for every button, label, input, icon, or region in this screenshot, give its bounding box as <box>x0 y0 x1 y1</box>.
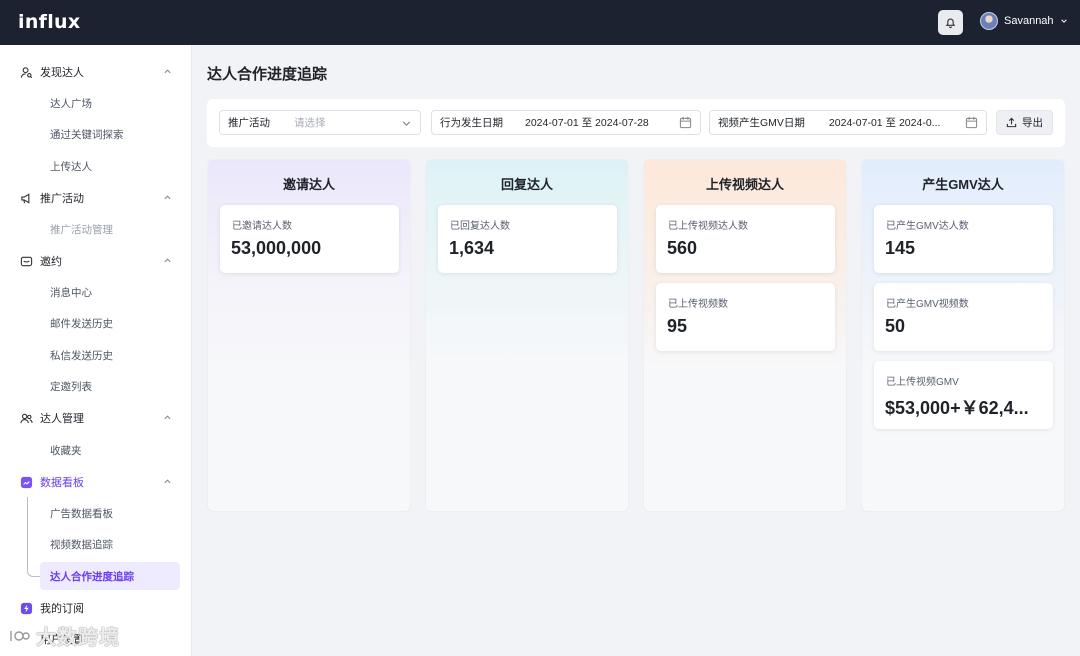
calendar-icon <box>679 116 692 129</box>
sidebar-item-kol-plaza[interactable]: 达人广场 <box>40 89 180 117</box>
user-menu[interactable]: Savannah <box>980 12 1068 30</box>
stat-card: 已产生GMV视频数 50 <box>874 283 1053 351</box>
stat-value: 145 <box>885 238 916 258</box>
column-invite: 邀请达人 已邀请达人数 53,000,000 <box>207 159 411 512</box>
chevron-up-icon <box>164 415 171 420</box>
stat-label: 已上传视频达人数 <box>668 221 748 232</box>
stat-value: 50 <box>885 316 906 336</box>
page-title: 达人合作进度追踪 <box>207 66 328 83</box>
notification-bell-icon[interactable] <box>938 10 963 35</box>
avatar <box>980 12 998 30</box>
sidebar-item-campaign-manage[interactable]: 推广活动管理 <box>40 215 180 243</box>
chevron-up-icon <box>164 195 171 200</box>
stat-card: 已上传视频GMV $53,000+￥62,4... <box>874 361 1053 429</box>
filter-bar: 推广活动 请选择 行为发生日期 2024-07-01 至 2024-07-28 … <box>207 99 1065 147</box>
stat-card: 已邀请达人数 53,000,000 <box>220 205 399 273</box>
mail-icon <box>20 255 33 268</box>
sidebar-group-subscription[interactable]: 我的订阅 <box>20 597 180 619</box>
sidebar-group-kol-manage[interactable]: 达人管理 <box>20 407 180 429</box>
stat-card: 已回复达人数 1,634 <box>438 205 617 273</box>
chart-board-icon <box>20 476 33 489</box>
export-icon <box>1006 117 1017 128</box>
sidebar-group-label: 邀约 <box>40 256 62 268</box>
column-title: 回复达人 <box>500 177 553 192</box>
sidebar-item-keyword-explore[interactable]: 通过关键词探索 <box>40 120 180 148</box>
watermark-text: 大数跨境 <box>36 627 120 649</box>
megaphone-icon <box>20 192 33 205</box>
user-name: Savannah <box>1004 15 1054 27</box>
sidebar-group-label: 我的订阅 <box>40 603 84 615</box>
sidebar-group-dashboard[interactable]: 数据看板 <box>20 471 180 493</box>
app-logo[interactable]: influx <box>18 11 80 33</box>
tree-connector <box>27 497 40 577</box>
sidebar-group-discover[interactable]: 发现达人 <box>20 61 180 83</box>
stat-label: 已邀请达人数 <box>232 221 292 232</box>
sidebar-item-invite-list[interactable]: 定邀列表 <box>40 372 180 400</box>
column-title: 邀请达人 <box>282 177 335 192</box>
column-title: 上传视频达人 <box>705 177 784 192</box>
sidebar-item-collab-progress[interactable]: 达人合作进度追踪 <box>40 562 180 590</box>
action-date-picker[interactable]: 行为发生日期 2024-07-01 至 2024-07-28 <box>431 110 701 135</box>
column-title: 产生GMV达人 <box>922 177 1004 192</box>
watermark-logo: 大数跨境 <box>8 621 120 650</box>
stat-label: 已产生GMV达人数 <box>886 221 969 232</box>
watermark-icon <box>10 630 30 641</box>
sidebar-item-email-history[interactable]: 邮件发送历史 <box>40 309 180 337</box>
stat-value: 1,634 <box>449 238 495 258</box>
sidebar-group-label: 达人管理 <box>40 413 84 425</box>
stat-card: 已产生GMV达人数 145 <box>874 205 1053 273</box>
stat-value: 53,000,000 <box>231 238 322 258</box>
lightning-icon <box>20 602 33 615</box>
gmv-date-picker[interactable]: 视频产生GMV日期 2024-07-01 至 2024-0... <box>709 110 987 135</box>
sidebar: 发现达人 达人广场 通过关键词探索 上传达人 推广活动 推广活动管理 邀约 消息… <box>0 45 192 656</box>
sidebar-group-invite[interactable]: 邀约 <box>20 250 180 272</box>
calendar-icon <box>965 116 978 129</box>
column-reply: 回复达人 已回复达人数 1,634 <box>425 159 629 512</box>
stat-label: 已回复达人数 <box>450 221 510 232</box>
stat-card: 已上传视频数 95 <box>656 283 835 351</box>
column-gmv: 产生GMV达人 已产生GMV达人数 145 已产生GMV视频数 50 已上传视频… <box>861 159 1065 512</box>
sidebar-item-dm-history[interactable]: 私信发送历史 <box>40 341 180 369</box>
sidebar-group-label: 发现达人 <box>40 67 84 79</box>
stat-label: 已上传视频GMV <box>886 377 959 388</box>
top-bar: influx Savannah <box>0 0 1080 45</box>
stat-label: 已上传视频数 <box>668 299 728 310</box>
stat-value: $53,000+￥62,4... <box>885 398 1029 418</box>
chevron-up-icon <box>164 479 171 484</box>
chevron-down-icon <box>1060 19 1067 23</box>
sidebar-item-message-center[interactable]: 消息中心 <box>40 278 180 306</box>
gmv-date-value: 2024-07-01 至 2024-0... <box>828 117 941 129</box>
chevron-up-icon <box>164 69 171 74</box>
stat-value: 95 <box>667 316 688 336</box>
sidebar-item-video-tracking[interactable]: 视频数据追踪 <box>40 530 180 558</box>
export-button[interactable]: 导出 <box>996 110 1053 135</box>
chevron-up-icon <box>164 258 171 263</box>
campaign-placeholder: 请选择 <box>294 117 326 129</box>
action-date-value: 2024-07-01 至 2024-07-28 <box>525 117 649 129</box>
gmv-date-label: 视频产生GMV日期 <box>718 117 805 129</box>
sidebar-item-favorites[interactable]: 收藏夹 <box>40 436 180 464</box>
sidebar-group-label: 数据看板 <box>40 477 84 489</box>
sidebar-group-campaign[interactable]: 推广活动 <box>20 187 180 209</box>
sidebar-group-label: 推广活动 <box>40 193 84 205</box>
stat-value: 560 <box>667 238 698 258</box>
stat-label: 已产生GMV视频数 <box>886 299 969 310</box>
export-label: 导出 <box>1022 117 1043 129</box>
user-search-icon <box>20 66 33 79</box>
users-icon <box>20 412 33 425</box>
campaign-select[interactable]: 推广活动 请选择 <box>219 110 421 135</box>
stat-card: 已上传视频达人数 560 <box>656 205 835 273</box>
action-date-label: 行为发生日期 <box>440 117 503 129</box>
column-upload-video: 上传视频达人 已上传视频达人数 560 已上传视频数 95 <box>643 159 847 512</box>
sidebar-item-ad-dashboard[interactable]: 广告数据看板 <box>40 499 180 527</box>
chevron-down-icon <box>402 121 411 127</box>
sidebar-item-upload-kol[interactable]: 上传达人 <box>40 152 180 180</box>
campaign-label: 推广活动 <box>228 117 270 129</box>
